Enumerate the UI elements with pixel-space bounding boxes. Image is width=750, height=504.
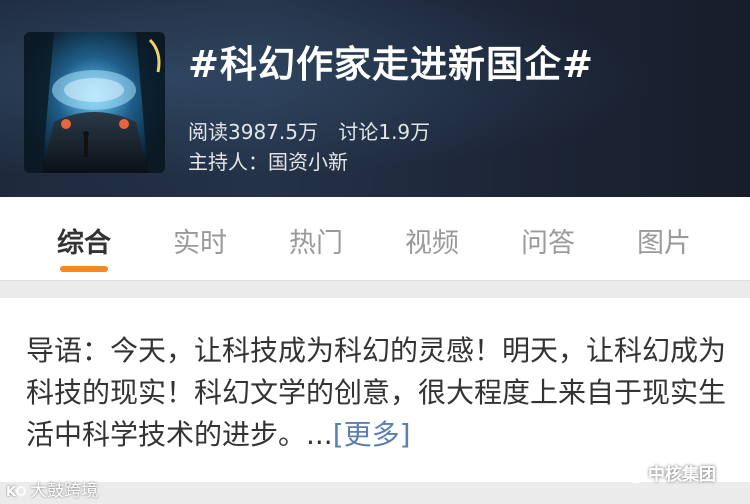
tab-images[interactable]: 图片 [619, 221, 709, 260]
topic-tabs: 综合 实时 热门 视频 问答 图片 [0, 197, 750, 281]
tab-realtime[interactable]: 实时 [155, 221, 245, 260]
active-tab-indicator [60, 266, 108, 272]
svg-text:K: K [6, 485, 17, 499]
topic-cover-image [24, 32, 165, 173]
tab-qa[interactable]: 问答 [503, 221, 593, 260]
tab-comprehensive[interactable]: 综合 [39, 221, 129, 260]
watermark-left-text: 大鼓跨境 [30, 481, 98, 501]
topic-intro-card: 导语：今天，让科技成为科幻的灵感！明天，让科幻成为科技的现实！科幻文学的创意，很… [0, 298, 750, 482]
topic-host[interactable]: 主持人：国资小新 [188, 146, 348, 175]
watermark-right: 中核集团 [620, 460, 716, 485]
topic-stats: 阅读3987.5万 讨论1.9万 [188, 116, 430, 145]
watermark-left: K 大鼓跨境 [6, 476, 98, 501]
sci-fi-spaceship-interior-image [24, 32, 165, 173]
more-link[interactable]: [更多] [333, 418, 411, 451]
read-count: 阅读3987.5万 [188, 120, 318, 144]
topic-title: #科幻作家走进新国企# [188, 43, 595, 86]
topic-header: #科幻作家走进新国企# 阅读3987.5万 讨论1.9万 主持人：国资小新 [0, 0, 750, 197]
tab-video[interactable]: 视频 [387, 221, 477, 260]
wechat-logo-icon [620, 465, 644, 484]
tab-hot[interactable]: 热门 [271, 221, 361, 260]
k-logo-icon: K [6, 485, 26, 499]
discussion-count: 讨论1.9万 [338, 120, 431, 144]
topic-intro: 导语：今天，让科技成为科幻的灵感！明天，让科幻成为科技的现实！科幻文学的创意，很… [26, 330, 726, 456]
watermark-right-text: 中核集团 [648, 465, 716, 485]
